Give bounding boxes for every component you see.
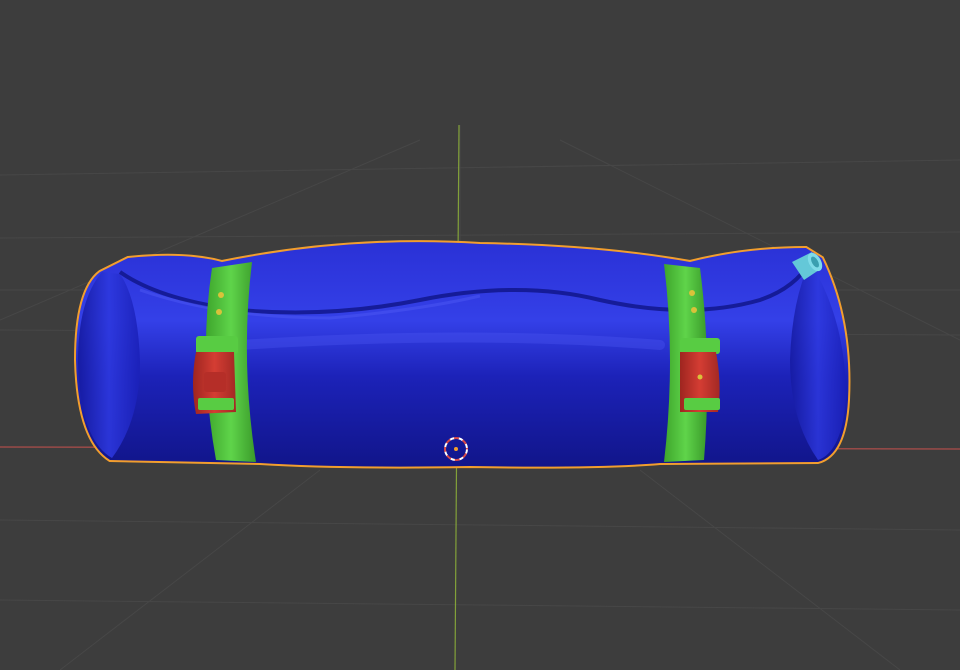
strap-keeper bbox=[198, 398, 234, 410]
strap-rivet bbox=[689, 290, 695, 296]
strap-keeper bbox=[680, 338, 720, 354]
strap-rivet bbox=[218, 292, 224, 298]
roll-body[interactable] bbox=[76, 242, 849, 467]
strap-rivet bbox=[216, 309, 222, 315]
buckle-slot bbox=[204, 372, 226, 392]
sleeping-pad-object[interactable] bbox=[73, 240, 851, 469]
strap-rivet bbox=[691, 307, 697, 313]
strap-keeper bbox=[684, 398, 720, 410]
viewport-canvas[interactable] bbox=[0, 0, 960, 670]
buckle-dot bbox=[697, 374, 703, 380]
origin-dot-icon bbox=[454, 447, 458, 451]
strap-keeper bbox=[196, 336, 238, 354]
3d-viewport[interactable] bbox=[0, 0, 960, 670]
